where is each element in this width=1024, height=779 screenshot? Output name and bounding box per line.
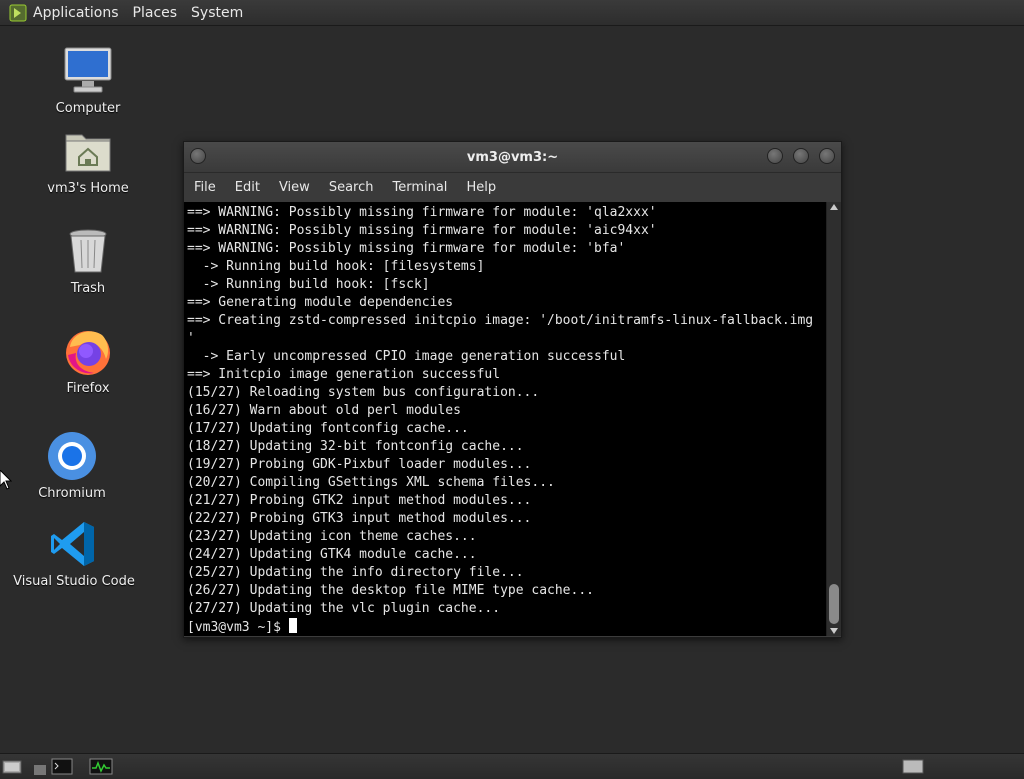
desktop-icon-home[interactable]: vm3's Home [28,125,148,196]
scroll-up-icon[interactable] [830,204,838,210]
window-menu-button[interactable] [190,148,206,164]
menu-terminal[interactable]: Terminal [392,180,447,195]
desktop-icon-label: Firefox [66,381,110,396]
close-button[interactable] [819,148,835,164]
vscode-icon [48,518,100,570]
terminal-line: -> Running build hook: [fsck] [202,277,430,292]
terminal-line: (25/27) Updating the info directory file… [187,565,524,580]
menu-search[interactable]: Search [329,180,374,195]
scroll-thumb[interactable] [829,584,839,624]
terminal-line: (24/27) Updating GTK4 module cache... [187,547,477,562]
system-menu[interactable]: System [191,5,243,21]
scroll-down-icon[interactable] [830,628,838,634]
desktop-icon-label: Trash [70,281,106,296]
window-title: vm3@vm3:~ [466,149,559,165]
terminal-line: (21/27) Probing GTK2 input method module… [187,493,532,508]
terminal-line: (16/27) Warn about old perl modules [187,403,461,418]
terminal-line: (18/27) Updating 32-bit fontconfig cache… [187,439,524,454]
terminal-line: ==> WARNING: Possibly missing firmware f… [187,205,657,220]
trash-icon [62,225,114,277]
terminal-menubar: File Edit View Search Terminal Help [184,173,841,203]
menu-view[interactable]: View [279,180,310,195]
maximize-button[interactable] [793,148,809,164]
mouse-pointer-icon [0,470,12,490]
menu-help[interactable]: Help [466,180,496,195]
desktop-icon-label: Visual Studio Code [13,574,135,589]
terminal-line: ' [187,331,195,346]
terminal-line: (15/27) Reloading system bus configurati… [187,385,540,400]
bottom-panel [0,753,1024,779]
desktop-icon-label: Chromium [38,486,106,501]
minimize-button[interactable] [767,148,783,164]
terminal-line: ==> WARNING: Possibly missing firmware f… [187,241,626,256]
menu-edit[interactable]: Edit [235,180,260,195]
terminal-line: (19/27) Probing GDK-Pixbuf loader module… [187,457,532,472]
terminal-line: (27/27) Updating the vlc plugin cache... [187,601,501,616]
desktop-icon-computer[interactable]: Computer [28,45,148,116]
top-panel: Applications Places System [0,0,1024,26]
terminal-launcher-icon[interactable] [28,758,76,775]
terminal-line: (23/27) Updating icon theme caches... [187,529,477,544]
terminal-line: -> Running build hook: [filesystems] [202,259,485,274]
firefox-icon [62,325,114,377]
distro-logo-icon[interactable] [9,4,27,22]
text-cursor [288,618,297,633]
chromium-icon [46,430,98,482]
menu-file[interactable]: File [194,180,216,195]
show-desktop-icon[interactable] [2,758,22,775]
applications-menu[interactable]: Applications [33,5,119,21]
desktop-icon-label: vm3's Home [47,181,129,196]
desktop-icon-trash[interactable]: Trash [28,225,148,296]
terminal-line: ==> WARNING: Possibly missing firmware f… [187,223,657,238]
system-monitor-icon[interactable] [89,758,113,775]
terminal-line: ==> Initcpio image generation successful [187,367,501,382]
terminal-line: (20/27) Compiling GSettings XML schema f… [187,475,555,490]
shell-prompt: [vm3@vm3 ~]$ [187,620,289,635]
desktop-icon-chromium[interactable]: Chromium [12,430,132,501]
terminal-output[interactable]: ==> WARNING: Possibly missing firmware f… [184,202,827,636]
terminal-window[interactable]: vm3@vm3:~ File Edit View Search Terminal… [183,141,842,638]
terminal-line: ==> Generating module dependencies [187,295,454,310]
places-menu[interactable]: Places [133,5,178,21]
computer-icon [62,45,114,97]
terminal-scrollbar[interactable] [826,202,841,636]
workspace-switcher[interactable] [902,758,924,775]
desktop-icon-vscode[interactable]: Visual Studio Code [13,518,135,589]
desktop-icon-label: Computer [55,101,121,116]
terminal-line: (17/27) Updating fontconfig cache... [187,421,469,436]
terminal-line: (26/27) Updating the desktop file MIME t… [187,583,594,598]
terminal-line: ==> Creating zstd-compressed initcpio im… [187,313,814,328]
terminal-line: (22/27) Probing GTK3 input method module… [187,511,532,526]
terminal-text: ==> WARNING: Possibly missing firmware f… [184,202,827,636]
home-folder-icon [62,125,114,177]
terminal-titlebar[interactable]: vm3@vm3:~ [184,142,841,173]
terminal-line: -> Early uncompressed CPIO image generat… [202,349,626,364]
desktop-icon-firefox[interactable]: Firefox [28,325,148,396]
